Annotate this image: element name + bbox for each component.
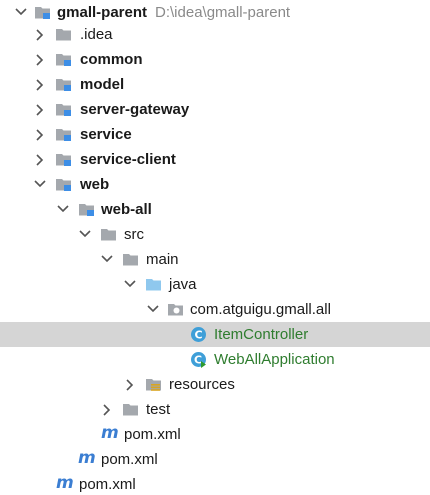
tree-item-main[interactable]: main xyxy=(0,247,430,272)
tree-item-pom-web-all[interactable]: m pom.xml xyxy=(0,422,430,447)
chevron-right-icon[interactable] xyxy=(34,147,48,172)
maven-pom-icon: m xyxy=(101,423,119,443)
tree-item-resources[interactable]: resources xyxy=(0,372,430,397)
chevron-right-icon[interactable] xyxy=(34,22,48,47)
tree-item-label: resources xyxy=(169,376,235,393)
tree-item-java[interactable]: java xyxy=(0,272,430,297)
module-folder-icon xyxy=(55,101,72,118)
tree-item-label: service-client xyxy=(80,151,176,168)
tree-item-label: pom.xml xyxy=(79,476,136,493)
spring-boot-class-icon: C xyxy=(190,351,207,368)
chevron-down-icon[interactable] xyxy=(78,222,92,247)
tree-item-common[interactable]: common xyxy=(0,47,430,72)
tree-item-label: src xyxy=(124,226,144,243)
tree-item-label: service xyxy=(80,126,132,143)
project-path: D:\idea\gmall-parent xyxy=(155,4,291,21)
tree-item-pom-web[interactable]: m pom.xml xyxy=(0,447,430,472)
tree-item-model[interactable]: model xyxy=(0,72,430,97)
module-folder-icon xyxy=(34,4,51,21)
svg-text:C: C xyxy=(194,354,202,367)
chevron-right-icon[interactable] xyxy=(34,122,48,147)
tree-item-label: WebAllApplication xyxy=(214,351,335,368)
tree-item-label: test xyxy=(146,401,171,418)
module-folder-icon xyxy=(55,151,72,168)
folder-icon xyxy=(122,401,139,418)
maven-pom-icon: m xyxy=(56,473,74,493)
tree-item-idea[interactable]: .idea xyxy=(0,22,430,47)
module-folder-icon xyxy=(55,51,72,68)
package-icon xyxy=(167,301,184,318)
chevron-right-icon[interactable] xyxy=(101,397,115,422)
tree-item-service-client[interactable]: service-client xyxy=(0,147,430,172)
chevron-down-icon[interactable] xyxy=(123,272,137,297)
tree-item-label: web xyxy=(80,176,110,193)
folder-icon xyxy=(100,226,117,243)
tree-item-label: web-all xyxy=(101,201,152,218)
chevron-down-icon[interactable] xyxy=(56,197,70,222)
tree-item-label: model xyxy=(80,76,125,93)
tree-item-web-all-application[interactable]: C WebAllApplication xyxy=(0,347,430,372)
source-root-folder-icon xyxy=(145,276,162,293)
tree-item-label: common xyxy=(80,51,143,68)
tree-item-service[interactable]: service xyxy=(0,122,430,147)
tree-item-label: server-gateway xyxy=(80,101,190,118)
tree-item-label: gmall-parent xyxy=(57,4,148,21)
chevron-right-icon[interactable] xyxy=(34,97,48,122)
module-folder-icon xyxy=(78,201,95,218)
tree-item-web-all[interactable]: web-all xyxy=(0,197,430,222)
tree-item-label: ItemController xyxy=(214,326,309,343)
module-folder-icon xyxy=(55,76,72,93)
chevron-down-icon[interactable] xyxy=(146,297,160,322)
module-folder-icon xyxy=(55,126,72,143)
project-tree: gmall-parent D:\idea\gmall-parent .idea c… xyxy=(0,0,430,495)
resources-folder-icon xyxy=(145,376,162,393)
module-folder-icon xyxy=(55,176,72,193)
svg-text:C: C xyxy=(194,329,202,342)
tree-item-item-controller[interactable]: C ItemController xyxy=(0,322,430,347)
tree-item-label: main xyxy=(146,251,179,268)
tree-item-label: pom.xml xyxy=(124,426,181,443)
tree-item-label: .idea xyxy=(80,26,113,43)
tree-item-package[interactable]: com.atguigu.gmall.all xyxy=(0,297,430,322)
chevron-right-icon[interactable] xyxy=(34,47,48,72)
chevron-right-icon[interactable] xyxy=(124,372,138,397)
tree-item-web[interactable]: web xyxy=(0,172,430,197)
chevron-down-icon[interactable] xyxy=(33,172,47,197)
folder-icon xyxy=(55,26,72,43)
tree-item-pom-root[interactable]: m pom.xml xyxy=(0,472,430,495)
class-icon: C xyxy=(190,326,207,343)
tree-item-src[interactable]: src xyxy=(0,222,430,247)
maven-pom-icon: m xyxy=(78,448,96,468)
tree-item-server-gateway[interactable]: server-gateway xyxy=(0,97,430,122)
folder-icon xyxy=(122,251,139,268)
chevron-right-icon[interactable] xyxy=(34,72,48,97)
tree-item-label: pom.xml xyxy=(101,451,158,468)
chevron-down-icon[interactable] xyxy=(100,247,114,272)
tree-item-test[interactable]: test xyxy=(0,397,430,422)
tree-item-label: com.atguigu.gmall.all xyxy=(190,301,331,318)
tree-item-label: java xyxy=(169,276,197,293)
